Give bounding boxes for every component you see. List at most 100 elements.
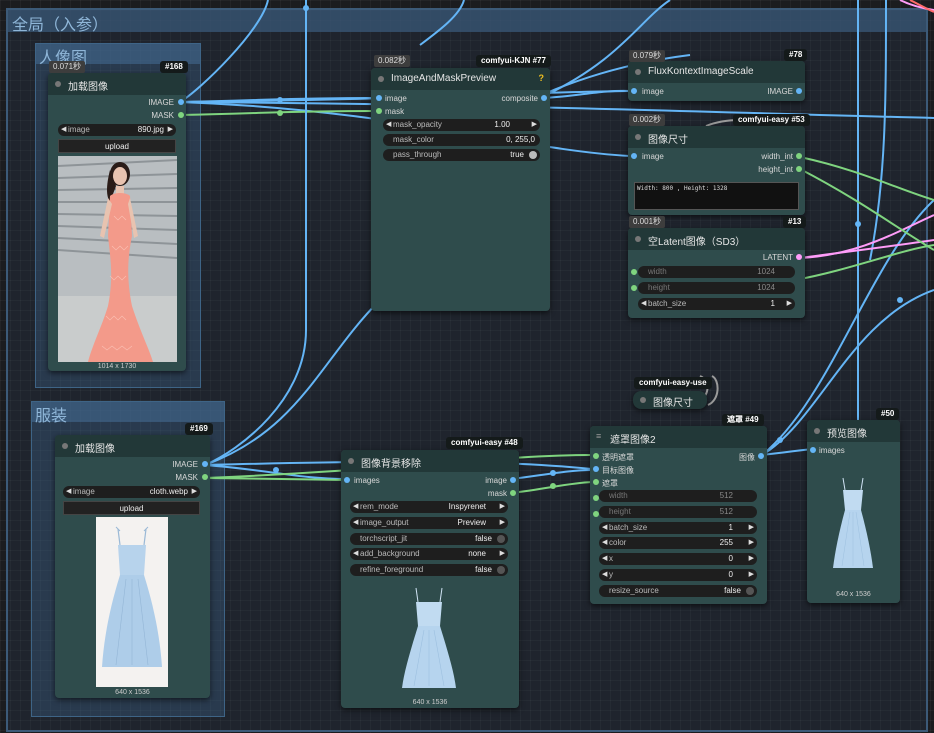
output-image-socket[interactable] <box>510 477 516 483</box>
output-mask-socket[interactable] <box>510 490 516 496</box>
arrow-left-icon[interactable]: ◀ <box>602 569 607 581</box>
arrow-left-icon[interactable]: ◀ <box>61 124 66 136</box>
arrow-left-icon[interactable]: ◀ <box>641 298 646 310</box>
arrow-left-icon[interactable]: ◀ <box>602 553 607 565</box>
output-composite-socket[interactable] <box>541 95 547 101</box>
output-height-socket[interactable] <box>796 166 802 172</box>
input-target-image-socket[interactable] <box>593 466 599 472</box>
input-images-socket[interactable] <box>810 447 816 453</box>
node-flux-kontext-image-scale-78[interactable]: FluxKontextImageScale image IMAGE <box>628 61 805 101</box>
help-icon[interactable]: ? <box>539 73 545 83</box>
add-background-combo[interactable]: ◀ add_background none ▶ <box>350 548 508 560</box>
arrow-left-icon[interactable]: ◀ <box>353 548 358 560</box>
arrow-right-icon[interactable]: ▶ <box>532 119 537 131</box>
width-widget[interactable]: width 1024 <box>638 266 795 278</box>
width-widget[interactable]: width 512 <box>599 490 757 502</box>
input-alpha-mask-socket[interactable] <box>593 453 599 459</box>
collapse-dot-icon[interactable] <box>348 458 354 464</box>
image-select-combo[interactable]: ◀ image 890.jpg ▶ <box>58 124 176 136</box>
arrow-left-icon[interactable]: ◀ <box>386 119 391 131</box>
node-preview-image-50[interactable]: 预览图像 images 640 x 1536 <box>807 420 900 603</box>
arrow-right-icon[interactable]: ▶ <box>749 537 754 549</box>
collapse-dot-icon[interactable] <box>635 236 641 242</box>
arrow-right-icon[interactable]: ▶ <box>192 486 197 498</box>
output-image-socket[interactable] <box>178 99 184 105</box>
node-header[interactable]: 空Latent图像（SD3） <box>628 228 805 250</box>
torchscript-jit-toggle[interactable]: torchscript_jit false <box>350 533 508 545</box>
menu-icon[interactable]: ≡ <box>596 431 601 441</box>
x-widget[interactable]: ◀ x 0 ▶ <box>599 553 757 565</box>
rem-mode-combo[interactable]: ◀ rem_mode Inspyrenet ▶ <box>350 501 508 513</box>
input-images-socket[interactable] <box>344 477 350 483</box>
arrow-right-icon[interactable]: ▶ <box>500 517 505 529</box>
output-image-socket[interactable] <box>796 88 802 94</box>
image-output-combo[interactable]: ◀ image_output Preview ▶ <box>350 517 508 529</box>
arrow-left-icon[interactable]: ◀ <box>602 522 607 534</box>
input-image-socket[interactable] <box>631 153 637 159</box>
output-mask-socket[interactable] <box>202 474 208 480</box>
batch-size-widget[interactable]: ◀ batch_size 1 ▶ <box>599 522 757 534</box>
output-width-socket[interactable] <box>796 153 802 159</box>
node-mask-image-49[interactable]: ≡ 遮罩图像2 透明遮罩 图像 目标图像 遮罩 width 512 height… <box>590 426 767 604</box>
arrow-left-icon[interactable]: ◀ <box>66 486 71 498</box>
size-text-output[interactable]: Width: 800 , Height: 1328 <box>634 182 799 210</box>
output-latent-socket[interactable] <box>796 254 802 260</box>
collapse-dot-icon[interactable] <box>55 81 61 87</box>
arrow-right-icon[interactable]: ▶ <box>500 501 505 513</box>
upload-button[interactable]: upload <box>63 501 200 515</box>
toggle-knob-icon[interactable] <box>497 535 505 543</box>
input-height-socket[interactable] <box>631 285 637 291</box>
collapse-dot-icon[interactable] <box>62 443 68 449</box>
node-load-image-168[interactable]: 加载图像 IMAGE MASK ◀ image 890.jpg ▶ upload <box>48 73 186 371</box>
arrow-left-icon[interactable]: ◀ <box>353 501 358 513</box>
node-header[interactable]: 预览图像 <box>807 420 900 442</box>
output-mask-socket[interactable] <box>178 112 184 118</box>
arrow-right-icon[interactable]: ▶ <box>500 548 505 560</box>
arrow-right-icon[interactable]: ▶ <box>787 298 792 310</box>
y-widget[interactable]: ◀ y 0 ▶ <box>599 569 757 581</box>
arrow-right-icon[interactable]: ▶ <box>168 124 173 136</box>
collapse-dot-icon[interactable] <box>635 134 641 140</box>
color-widget[interactable]: ◀ color 255 ▶ <box>599 537 757 549</box>
mask-color-field[interactable]: mask_color 0, 255,0 <box>383 134 540 146</box>
node-header[interactable]: 加载图像 <box>55 435 210 457</box>
arrow-right-icon[interactable]: ▶ <box>749 569 754 581</box>
mask-opacity-slider[interactable]: ◀ mask_opacity 1.00 ▶ <box>383 119 540 131</box>
arrow-left-icon[interactable]: ◀ <box>353 517 358 529</box>
input-width-socket[interactable] <box>631 269 637 275</box>
arrow-right-icon[interactable]: ▶ <box>749 522 754 534</box>
pass-through-toggle[interactable]: pass_through true <box>383 149 540 161</box>
toggle-knob-icon[interactable] <box>746 587 754 595</box>
arrow-left-icon[interactable]: ◀ <box>602 537 607 549</box>
input-image-socket[interactable] <box>376 95 382 101</box>
input-mask-socket[interactable] <box>376 108 382 114</box>
resize-source-toggle[interactable]: resize_source false <box>599 585 757 597</box>
collapse-dot-icon[interactable] <box>814 428 820 434</box>
arrow-right-icon[interactable]: ▶ <box>749 553 754 565</box>
input-mask-socket[interactable] <box>593 479 599 485</box>
node-empty-latent-sd3-13[interactable]: 空Latent图像（SD3） LATENT width 1024 height … <box>628 228 805 318</box>
output-image-socket[interactable] <box>202 461 208 467</box>
node-header[interactable]: ImageAndMaskPreview <box>371 68 550 90</box>
node-image-size-collapsed[interactable]: 图像尺寸 <box>633 391 707 409</box>
image-select-combo[interactable]: ◀ image cloth.webp ▶ <box>63 486 200 498</box>
toggle-knob-icon[interactable] <box>497 566 505 574</box>
collapse-dot-icon[interactable] <box>378 76 384 82</box>
refine-foreground-toggle[interactable]: refine_foreground false <box>350 564 508 576</box>
input-image-socket[interactable] <box>631 88 637 94</box>
collapse-dot-icon[interactable] <box>635 69 641 75</box>
node-header[interactable]: 加载图像 <box>48 73 186 95</box>
node-load-image-169[interactable]: 加载图像 IMAGE MASK ◀ image cloth.webp ▶ upl… <box>55 435 210 698</box>
height-widget[interactable]: height 1024 <box>638 282 795 294</box>
node-image-and-mask-preview-77[interactable]: ImageAndMaskPreview ? image composite ma… <box>371 68 550 311</box>
node-image-remove-background-48[interactable]: 图像背景移除 images image mask ◀ rem_mode Insp… <box>341 450 519 708</box>
toggle-knob-icon[interactable] <box>529 151 537 159</box>
node-header[interactable]: FluxKontextImageScale <box>628 61 805 83</box>
output-image-socket[interactable] <box>758 453 764 459</box>
node-header[interactable]: 图像尺寸 <box>628 126 805 148</box>
node-header[interactable]: ≡ 遮罩图像2 <box>590 426 767 448</box>
node-image-size-53[interactable]: 图像尺寸 image width_int height_int Width: 8… <box>628 126 805 215</box>
upload-button[interactable]: upload <box>58 139 176 153</box>
height-widget[interactable]: height 512 <box>599 506 757 518</box>
collapse-dot-icon[interactable] <box>640 397 646 403</box>
